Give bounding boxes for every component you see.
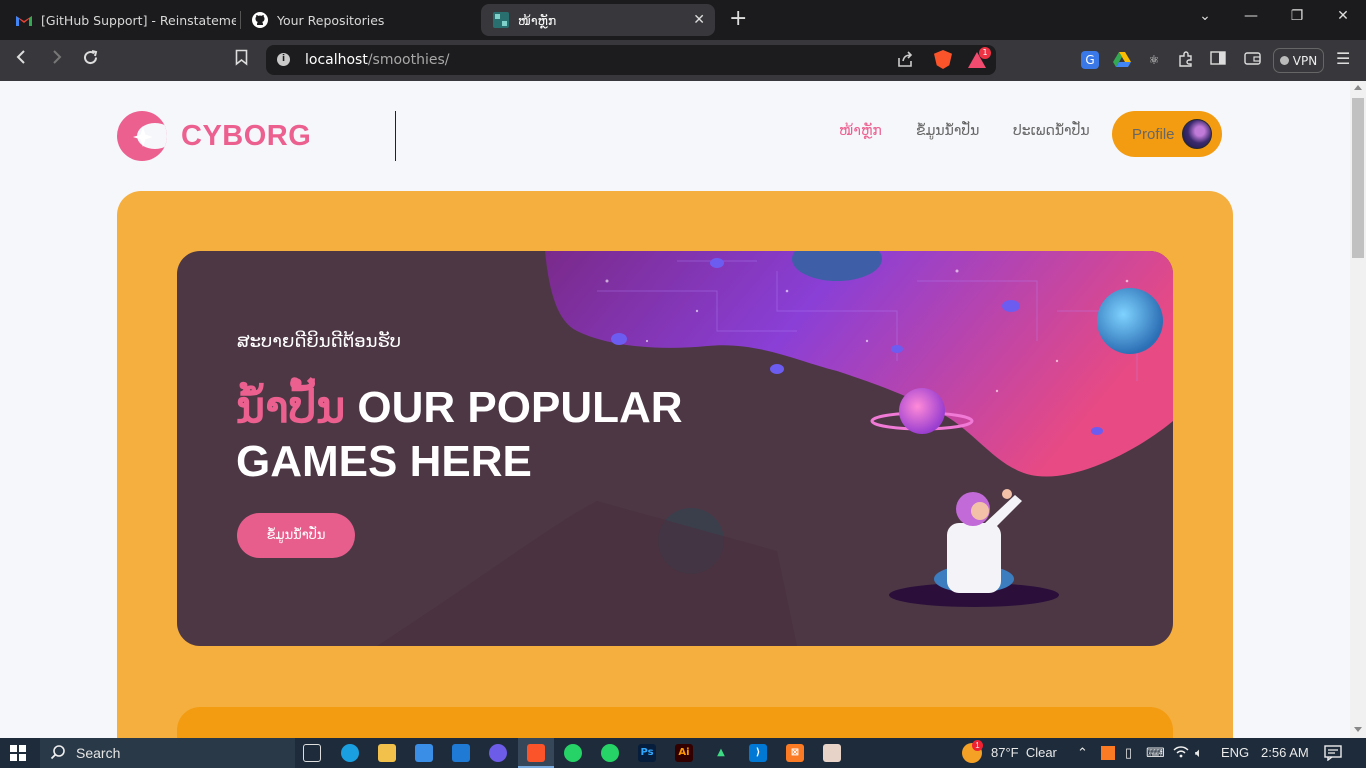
headline-accent: ນໍ້າປັ້ນ: [236, 383, 346, 432]
restore-button[interactable]: ❐: [1277, 8, 1317, 24]
search-icon: [50, 744, 66, 763]
notifications-icon[interactable]: [1324, 745, 1342, 764]
tab-your-repositories[interactable]: Your Repositories: [240, 4, 475, 36]
mail-icon[interactable]: [452, 744, 470, 762]
site-favicon-icon: [493, 12, 509, 28]
profile-button[interactable]: Profile: [1112, 111, 1222, 157]
vscode-icon[interactable]: ⟩: [749, 744, 767, 762]
wallet-icon[interactable]: [1243, 51, 1261, 69]
translate-extension-icon[interactable]: G: [1081, 51, 1099, 69]
file-explorer-icon[interactable]: [378, 744, 396, 762]
store-icon[interactable]: [415, 744, 433, 762]
web-page: CYBORG ໜ້າຫຼັກ ຂໍ້ມູນນໍ້າປັ່ນ ປະເພດນໍ້າປ…: [0, 81, 1350, 738]
weather-badge: 1: [972, 740, 983, 751]
scroll-thumb[interactable]: [1352, 98, 1364, 258]
volume-icon[interactable]: 🔈︎: [1195, 745, 1203, 761]
clock[interactable]: 2:56 AM: [1261, 745, 1309, 760]
back-button[interactable]: [14, 49, 28, 70]
language-indicator[interactable]: ENG: [1221, 745, 1249, 760]
scroll-up-icon[interactable]: [1354, 85, 1362, 90]
app-icon[interactable]: [489, 744, 507, 762]
xampp-tray-icon[interactable]: [1101, 746, 1115, 760]
edge-icon[interactable]: [341, 744, 359, 762]
photoshop-icon[interactable]: Ps: [638, 744, 656, 762]
profile-label: Profile: [1132, 125, 1175, 143]
google-drive-icon[interactable]: [1113, 51, 1131, 69]
avatar: [1182, 119, 1212, 149]
new-tab-button[interactable]: +: [729, 6, 747, 31]
tab-title: ໜ້າຫຼັກ: [518, 12, 557, 28]
react-devtools-icon[interactable]: ⚛: [1145, 51, 1163, 69]
vpn-label: VPN: [1292, 53, 1318, 68]
input-method-icon[interactable]: ⌨: [1146, 745, 1165, 761]
tab-github-support[interactable]: [GitHub Support] - Reinstatement Re: [4, 4, 236, 36]
extensions-puzzle-icon[interactable]: [1177, 51, 1195, 69]
site-info-icon[interactable]: i: [277, 53, 290, 66]
tray-overflow-chevron-icon[interactable]: ⌃: [1077, 745, 1088, 761]
hero-headline: ນໍ້າປັ້ນ OUR POPULAR GAMES HERE: [236, 381, 756, 489]
whatsapp-icon[interactable]: [564, 744, 582, 762]
android-studio-icon[interactable]: ▲: [712, 744, 730, 762]
vpn-button[interactable]: VPN: [1273, 48, 1324, 73]
nav-smoothie-types[interactable]: ປະເພດນໍ້າປັ່ນ: [1013, 123, 1090, 139]
page-scrollbar[interactable]: [1350, 81, 1366, 738]
windows-start-icon[interactable]: [10, 745, 26, 765]
github-icon: [252, 12, 268, 28]
welcome-text: ສະບາຍດີຍິນດີຕ້ອນຮັບ: [237, 331, 402, 352]
minimize-button[interactable]: —: [1231, 8, 1271, 24]
address-bar[interactable]: i localhost/smoothies/ 1: [266, 45, 996, 75]
forward-button[interactable]: [50, 49, 64, 70]
browser-toolbar: i localhost/smoothies/ 1 G ⚛ VPN ☰: [0, 40, 1366, 81]
wifi-icon[interactable]: [1173, 745, 1189, 761]
tab-home[interactable]: ໜ້າຫຼັກ ✕: [481, 4, 715, 36]
site-logo[interactable]: CYBORG: [117, 111, 311, 161]
scroll-down-icon[interactable]: [1354, 727, 1362, 732]
nav-home[interactable]: ໜ້າຫຼັກ: [839, 123, 882, 139]
next-section-card: [177, 707, 1173, 738]
xampp-icon[interactable]: ⊠: [786, 744, 804, 762]
character: [934, 489, 1022, 593]
search-label: Search: [76, 745, 121, 761]
tab-search-dropdown-icon[interactable]: ⌄: [1185, 8, 1225, 24]
logo-text: CYBORG: [181, 119, 312, 152]
anime-app-icon[interactable]: [823, 744, 841, 762]
whatsapp-web-icon[interactable]: [601, 744, 619, 762]
smoothie-info-button[interactable]: ຂໍ້ມູນນໍ້າປັ່ນ: [237, 513, 355, 558]
cyborg-logo-icon: [117, 111, 167, 161]
header-divider: [395, 111, 396, 161]
gmail-icon: [16, 12, 32, 28]
bookmark-icon[interactable]: [235, 49, 248, 71]
nav-smoothie-info[interactable]: ຂໍ້ມູນນໍ້າປັ່ນ: [916, 123, 979, 139]
brave-shields-icon[interactable]: [934, 50, 952, 69]
close-window-button[interactable]: ✕: [1323, 8, 1363, 24]
vpn-status-icon: [1279, 56, 1289, 65]
brave-browser-icon[interactable]: [518, 744, 554, 768]
url-text: localhost/smoothies/: [305, 52, 450, 68]
illustrator-icon[interactable]: Ai: [675, 744, 693, 762]
browser-menu-icon[interactable]: ☰: [1336, 49, 1350, 68]
task-view-icon[interactable]: [303, 744, 321, 762]
taskbar-search[interactable]: Search: [40, 738, 295, 768]
share-icon[interactable]: [896, 51, 914, 72]
phone-link-icon[interactable]: ▯: [1125, 745, 1132, 761]
tab-title: Your Repositories: [277, 12, 385, 28]
hero-banner: ສະບາຍດີຍິນດີຕ້ອນຮັບ ນໍ້າປັ້ນ OUR POPULAR…: [177, 251, 1173, 646]
sidebar-toggle-icon[interactable]: [1209, 51, 1227, 69]
close-tab-icon[interactable]: ✕: [693, 12, 705, 28]
rewards-badge: 1: [979, 47, 991, 59]
weather-text[interactable]: 87°F Clear: [991, 745, 1057, 760]
reload-button[interactable]: [82, 49, 99, 71]
windows-taskbar: Search Ps Ai ▲ ⟩ ⊠ 1 87°F Clear ⌃ ▯ ⌨ 🔈︎…: [0, 738, 1366, 768]
browser-tab-bar: [GitHub Support] - Reinstatement Re Your…: [0, 0, 1366, 40]
tab-title: [GitHub Support] - Reinstatement Re: [41, 12, 236, 28]
